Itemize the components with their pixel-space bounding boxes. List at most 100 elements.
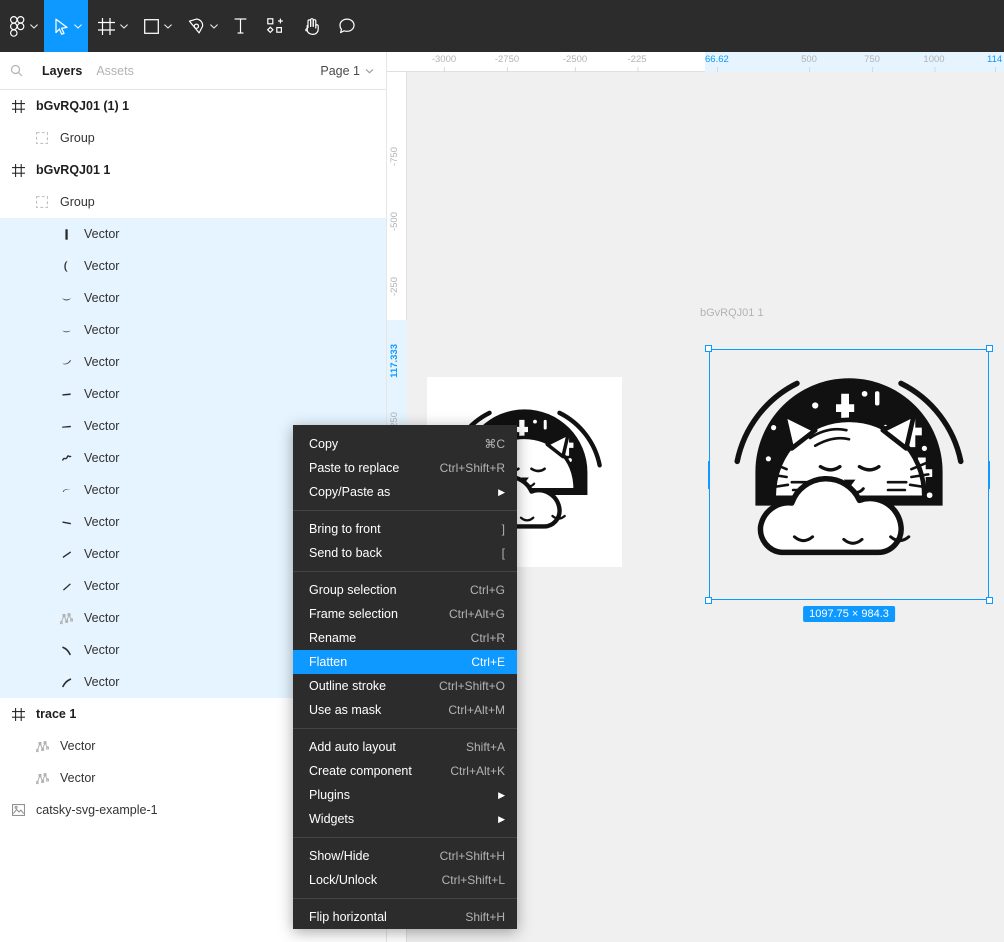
submenu-arrow-icon: ▶	[498, 486, 505, 497]
ruler-tick-h: 1000	[923, 54, 945, 72]
chevron-down-icon	[365, 68, 374, 73]
menu-item[interactable]: Create component Ctrl+Alt+K	[293, 759, 517, 783]
vector-node-icon	[34, 738, 50, 754]
selected-artwork[interactable]: 1097.75 × 984.3	[705, 345, 993, 622]
resize-handle-top-left[interactable]	[705, 345, 712, 352]
layer-row[interactable]: Vector	[0, 218, 386, 250]
ruler-tick-h: -2750	[494, 54, 520, 72]
text-tool-button[interactable]	[224, 0, 257, 52]
layer-row[interactable]: bGvRQJ01 (1) 1	[0, 90, 386, 122]
chevron-down-icon[interactable]	[210, 23, 218, 29]
layer-row-label: Group	[60, 195, 95, 209]
hand-tool-button[interactable]	[294, 0, 329, 52]
menu-separator	[293, 837, 517, 838]
panel-header: Layers Assets Page 1	[0, 52, 386, 90]
layer-row-label: Vector	[84, 483, 120, 497]
horizontal-ruler[interactable]: -3000 -2750 -2500 -225 66.62 500 750 1000 114	[387, 52, 1004, 72]
ruler-tick-label: -3000	[431, 54, 457, 65]
layer-row[interactable]: bGvRQJ01 1	[0, 154, 386, 186]
chevron-down-icon[interactable]	[30, 23, 38, 29]
page-selector-label: Page 1	[320, 63, 360, 78]
menu-item-label: Plugins	[309, 788, 350, 802]
menu-item[interactable]: Use as mask Ctrl+Alt+M	[293, 698, 517, 722]
vector-stroke-icon	[58, 642, 74, 658]
menu-item[interactable]: Paste to replace Ctrl+Shift+R	[293, 456, 517, 480]
layer-row-label: Vector	[84, 547, 120, 561]
chevron-down-icon[interactable]	[120, 23, 128, 29]
resize-handle-right[interactable]	[988, 460, 990, 489]
layer-row[interactable]: Vector	[0, 346, 386, 378]
tab-assets[interactable]: Assets	[96, 64, 134, 78]
menu-item[interactable]: Group selection Ctrl+G	[293, 578, 517, 602]
menu-item[interactable]: Add auto layout Shift+A	[293, 735, 517, 759]
tab-layers[interactable]: Layers	[42, 64, 82, 78]
rectangle-tool-button[interactable]	[134, 0, 178, 52]
chevron-down-icon[interactable]	[164, 23, 172, 29]
resources-tool-button[interactable]	[257, 0, 294, 52]
group-icon	[34, 130, 50, 146]
submenu-arrow-icon: ▶	[498, 789, 505, 800]
menu-item[interactable]: Send to back [	[293, 541, 517, 565]
comment-tool-button[interactable]	[329, 0, 365, 52]
menu-item[interactable]: Plugins ▶	[293, 783, 517, 807]
frame-tool-button[interactable]	[88, 0, 134, 52]
layer-row-label: Vector	[84, 259, 120, 273]
context-menu[interactable]: Copy ⌘C Paste to replace Ctrl+Shift+R Copy/P…	[293, 425, 517, 929]
menu-item[interactable]: Copy ⌘C	[293, 432, 517, 456]
resize-handle-top-right[interactable]	[986, 345, 993, 352]
ruler-tick-h: 114	[987, 54, 1002, 72]
resize-handle-bottom-left[interactable]	[705, 597, 712, 604]
figma-logo-icon	[10, 15, 25, 37]
layer-row[interactable]: Group	[0, 186, 386, 218]
vector-stroke-icon	[58, 578, 74, 594]
menu-item[interactable]: Show/Hide Ctrl+Shift+H	[293, 844, 517, 868]
layer-row-label: Vector	[84, 451, 120, 465]
menu-item[interactable]: Rename Ctrl+R	[293, 626, 517, 650]
menu-item[interactable]: Frame selection Ctrl+Alt+G	[293, 602, 517, 626]
ruler-tick-label: 66.62	[705, 54, 729, 65]
menu-item-label: Frame selection	[309, 607, 398, 621]
resize-handle-bottom-right[interactable]	[986, 597, 993, 604]
menu-item-shortcut: ⌘C	[484, 437, 505, 451]
ruler-tick-label: -250	[389, 277, 400, 297]
menu-item-shortcut: Ctrl+Alt+G	[448, 607, 505, 621]
menu-item-shortcut: Ctrl+Shift+R	[439, 461, 505, 475]
menu-item[interactable]: Bring to front]	[293, 517, 517, 541]
menu-item[interactable]: Widgets ▶	[293, 807, 517, 831]
layer-row[interactable]: Vector	[0, 250, 386, 282]
menu-item[interactable]: Copy/Paste as ▶	[293, 480, 517, 504]
layer-row[interactable]: Vector	[0, 314, 386, 346]
layer-row-label: Vector	[84, 291, 120, 305]
menu-item-shortcut: Ctrl+Shift+H	[439, 849, 505, 863]
layer-row[interactable]: Vector	[0, 282, 386, 314]
menu-item-shortcut: Ctrl+Shift+O	[438, 679, 505, 693]
ruler-tick-label: 500	[801, 54, 817, 65]
move-tool-button[interactable]	[44, 0, 88, 52]
chevron-down-icon[interactable]	[74, 23, 82, 29]
figma-logo-button[interactable]	[0, 0, 44, 52]
menu-item[interactable]: Flip horizontal Shift+H	[293, 905, 517, 929]
menu-item-shortcut: Ctrl+G	[469, 583, 505, 597]
resize-handle-left[interactable]	[708, 460, 710, 489]
layer-row[interactable]: Vector	[0, 378, 386, 410]
submenu-arrow-icon: ▶	[498, 813, 505, 824]
frame-label[interactable]: bGvRQJ01 1	[700, 307, 764, 319]
menu-item[interactable]: Lock/Unlock Ctrl+Shift+L	[293, 868, 517, 892]
vector-node-icon	[58, 610, 74, 626]
menu-item[interactable]: Flatten Ctrl+E	[293, 650, 517, 674]
ruler-tick-label: -225	[627, 54, 647, 65]
page-selector[interactable]: Page 1	[320, 64, 374, 78]
ruler-tick-mark	[994, 67, 996, 72]
ruler-tick-label: 117.333	[389, 344, 400, 378]
vector-stroke-icon	[58, 674, 74, 690]
menu-item-label: Use as mask	[309, 703, 382, 717]
search-icon[interactable]	[10, 64, 28, 77]
menu-item[interactable]: Outline stroke Ctrl+Shift+O	[293, 674, 517, 698]
pen-tool-button[interactable]	[178, 0, 224, 52]
menu-item-shortcut: ]	[501, 522, 505, 536]
layer-row[interactable]: Group	[0, 122, 386, 154]
menu-item-label: Lock/Unlock	[309, 873, 378, 887]
ruler-tick-label: -500	[389, 212, 400, 232]
ruler-tick-label: -2750	[494, 54, 520, 65]
ruler-tick-h: -2500	[563, 54, 587, 72]
